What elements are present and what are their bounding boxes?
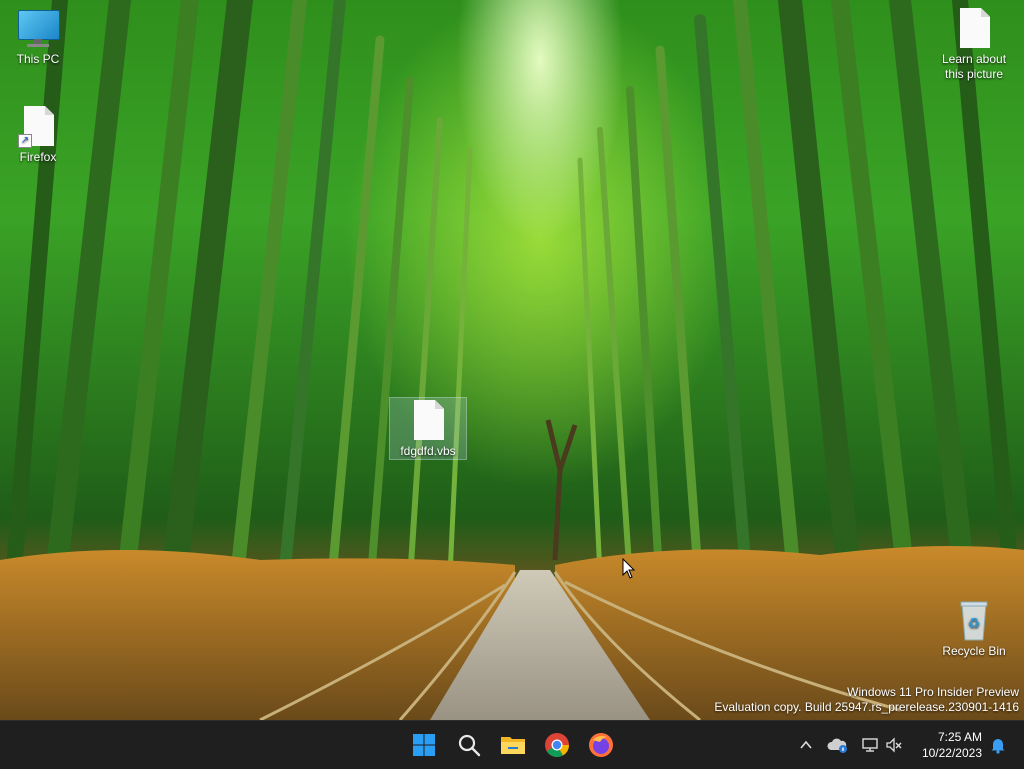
show-hidden-icons-button[interactable]: [794, 733, 818, 757]
learn-about-picture-desktop-icon[interactable]: Learn about this picture: [936, 6, 1012, 82]
desktop[interactable]: This PC ↗ Firefox Learn about this pictu…: [0, 0, 1024, 720]
firefox-desktop-icon[interactable]: ↗ Firefox: [0, 104, 76, 165]
file-explorer-button[interactable]: [495, 727, 531, 763]
taskbar-clock[interactable]: 7:25 AM 10/22/2023: [922, 729, 982, 761]
clock-date: 10/22/2023: [921, 746, 982, 760]
icon-label: This PC: [16, 52, 60, 66]
file-icon: [952, 6, 996, 50]
windows-start-icon: [413, 734, 435, 756]
svg-text:♻: ♻: [968, 616, 981, 632]
watermark-edition: Windows 11 Pro Insider Preview: [847, 685, 1019, 699]
this-pc-desktop-icon[interactable]: This PC: [0, 6, 76, 67]
volume-tray-button[interactable]: [882, 733, 906, 757]
recycle-bin-icon: ♻: [952, 598, 996, 642]
file-icon: ↗: [16, 104, 60, 148]
icon-label: Learn about this picture: [941, 52, 1007, 81]
icon-label: Recycle Bin: [942, 644, 1006, 658]
file-explorer-icon: [501, 737, 525, 754]
taskbar: 7:25 AM 10/22/2023: [0, 720, 1024, 769]
vbs-file-desktop-icon[interactable]: fdgdfd.vbs: [389, 397, 467, 460]
icon-label: fdgdfd.vbs: [400, 444, 456, 458]
network-tray-button[interactable]: [858, 733, 882, 757]
firefox-button[interactable]: [583, 727, 619, 763]
notification-center-button[interactable]: [986, 733, 1010, 757]
start-button[interactable]: [406, 727, 442, 763]
onedrive-tray-button[interactable]: [826, 733, 850, 757]
volume-muted-icon: [886, 737, 902, 753]
recycle-bin-desktop-icon[interactable]: ♻ Recycle Bin: [936, 598, 1012, 659]
monitor-icon: [16, 6, 60, 50]
shortcut-arrow-icon: ↗: [18, 134, 32, 148]
watermark-build: Evaluation copy. Build 25947.rs_prerelea…: [714, 700, 1019, 714]
search-button[interactable]: [451, 727, 487, 763]
chrome-button[interactable]: [539, 727, 575, 763]
wallpaper: [0, 0, 1024, 720]
search-icon: [458, 734, 481, 757]
network-icon: [862, 738, 878, 752]
chrome-icon: [545, 733, 569, 758]
windows-watermark: Windows 11 Pro Insider Preview Evaluatio…: [714, 685, 1019, 715]
mouse-cursor-icon: [622, 558, 636, 579]
chevron-up-icon: [800, 740, 812, 749]
file-icon: [406, 398, 450, 442]
firefox-icon: [589, 733, 613, 757]
notification-bell-icon: [991, 739, 1005, 754]
clock-time: 7:25 AM: [937, 730, 982, 744]
icon-label: Firefox: [19, 150, 57, 164]
onedrive-icon: [827, 738, 847, 753]
